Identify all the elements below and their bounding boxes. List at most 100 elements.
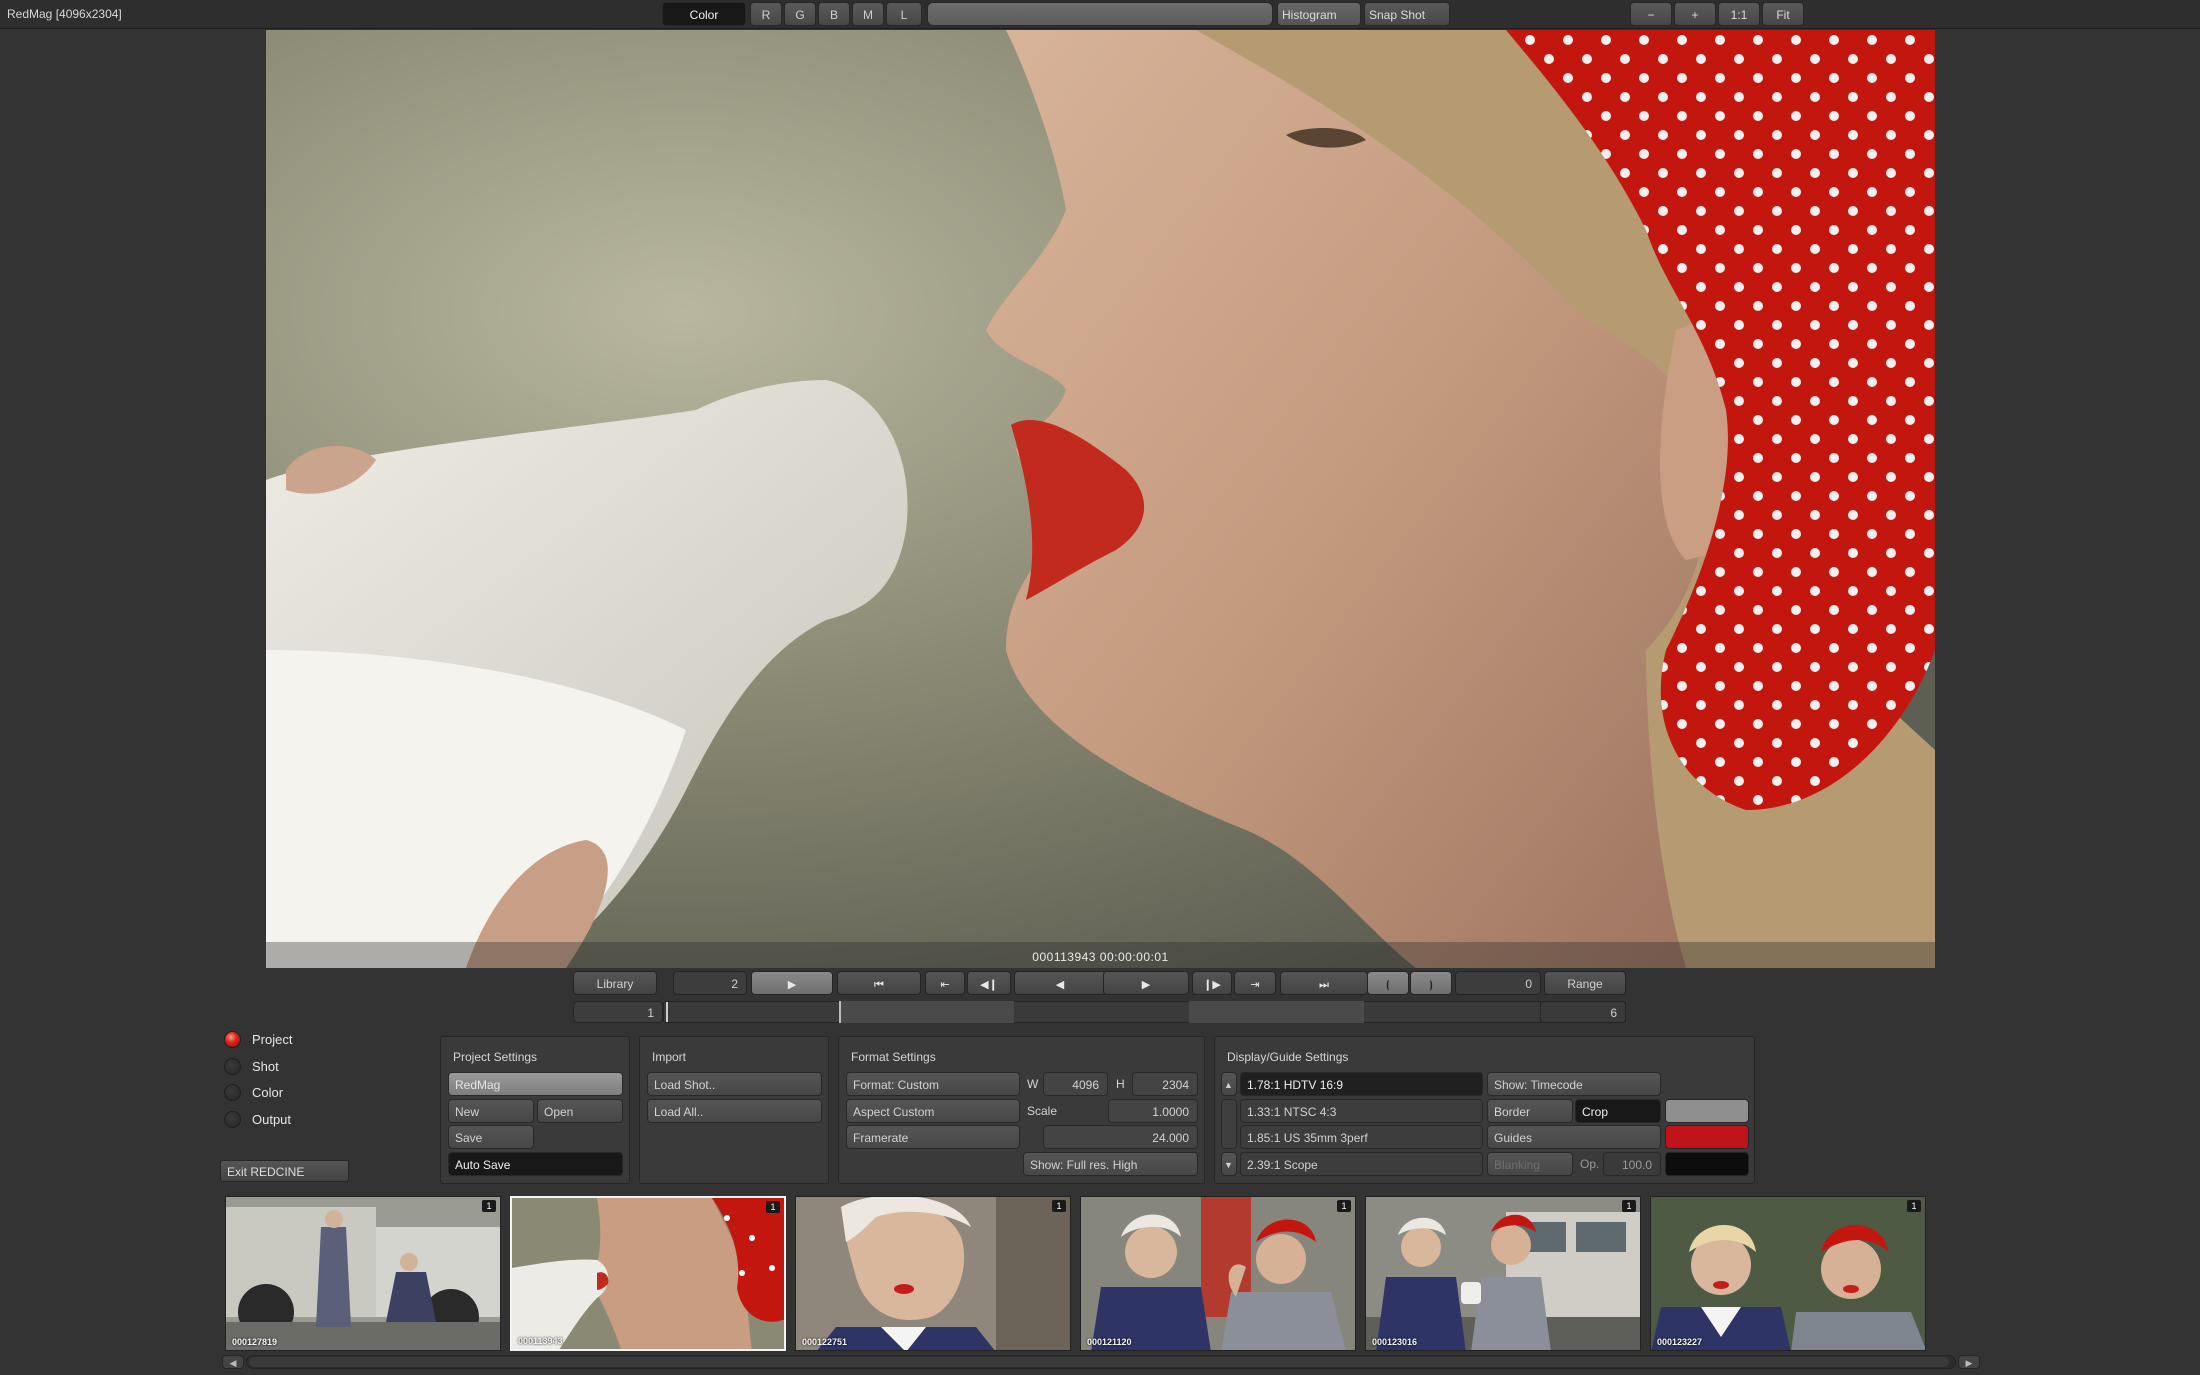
exposure-slider[interactable] — [927, 2, 1273, 26]
timeline-start-field[interactable]: 1 — [573, 1001, 663, 1023]
ratio-list-item[interactable]: 1.78:1 HDTV 16:9 — [1240, 1072, 1483, 1096]
play-button[interactable]: ▶ — [1103, 971, 1189, 995]
new-project-button[interactable]: New — [448, 1099, 534, 1123]
play-reverse-icon: ◀ — [1055, 979, 1065, 991]
save-project-button[interactable]: Save — [448, 1125, 534, 1149]
project-name-field[interactable]: RedMag — [448, 1072, 623, 1096]
format-dropdown[interactable]: Format: Custom — [846, 1072, 1020, 1096]
clip-id-label: 000123227 — [1657, 1337, 1703, 1347]
open-project-button[interactable]: Open — [537, 1099, 623, 1123]
mark-in-button[interactable]: ⇤ — [925, 971, 965, 995]
import-panel: Import Load Shot.. Load All.. — [639, 1036, 829, 1184]
clip-thumbnail[interactable]: 1 000121120 — [1080, 1196, 1356, 1351]
scroll-left-button[interactable]: ◀ — [222, 1355, 244, 1369]
clip-thumbnail-selected[interactable]: 1 000113943 — [510, 1196, 786, 1351]
border-button[interactable]: Border — [1487, 1099, 1573, 1123]
image-viewer[interactable]: 000113943 00:00:00:01 — [266, 30, 1935, 968]
show-resolution-dropdown[interactable]: Show: Full res. High — [1023, 1152, 1198, 1176]
ratio-list-item[interactable]: 1.85:1 US 35mm 3perf — [1240, 1125, 1483, 1149]
skip-start-icon: ⏮ — [874, 979, 884, 991]
load-all-button[interactable]: Load All.. — [647, 1099, 822, 1123]
timeline-track[interactable] — [663, 1001, 1626, 1023]
timeline-range — [839, 1001, 1014, 1023]
loop-in-button[interactable]: ⦗ — [1367, 971, 1409, 995]
thumbnail-image — [1366, 1197, 1640, 1350]
channel-g-button[interactable]: G — [784, 2, 816, 26]
guides-button[interactable]: Guides — [1487, 1125, 1661, 1149]
channel-l-button[interactable]: L — [886, 2, 922, 26]
border-color-swatch[interactable] — [1665, 1099, 1749, 1123]
framerate-dropdown[interactable]: Framerate — [846, 1125, 1020, 1149]
ratio-scroll-up-button[interactable]: ▲ — [1221, 1072, 1237, 1096]
nav-item-shot[interactable]: Shot — [224, 1055, 279, 1077]
go-to-start-button[interactable]: ⏮ — [837, 971, 921, 995]
load-shot-button[interactable]: Load Shot.. — [647, 1072, 822, 1096]
blanking-button[interactable]: Blanking — [1487, 1152, 1573, 1176]
play-reverse-button[interactable]: ◀ — [1014, 971, 1106, 995]
clip-thumbnail[interactable]: 1 000122751 — [795, 1196, 1071, 1351]
top-toolbar: RedMag [4096x2304] Color R G B M L Histo… — [0, 0, 2200, 29]
scroll-right-button[interactable]: ▶ — [1958, 1355, 1980, 1369]
snapshot-button[interactable]: Snap Shot — [1364, 2, 1450, 26]
triangle-up-icon: ▲ — [1224, 1080, 1233, 1090]
library-button[interactable]: Library — [573, 971, 657, 995]
radio-icon — [224, 1083, 241, 1101]
auto-save-toggle[interactable]: Auto Save — [448, 1152, 623, 1176]
next-frame-button[interactable]: ❙▶ — [1192, 971, 1232, 995]
nav-item-color[interactable]: Color — [224, 1081, 283, 1103]
scale-field[interactable]: 1.0000 — [1108, 1099, 1198, 1123]
crop-button[interactable]: Crop — [1575, 1099, 1661, 1123]
blanking-color-swatch[interactable] — [1665, 1152, 1749, 1176]
histogram-button[interactable]: Histogram — [1277, 2, 1361, 26]
prev-frame-button[interactable]: ◀❙ — [967, 971, 1011, 995]
opacity-field[interactable]: 100.0 — [1603, 1152, 1661, 1176]
zoom-1-1-button[interactable]: 1:1 — [1718, 2, 1760, 26]
display-guide-panel: Display/Guide Settings ▲ ▼ 1.78:1 HDTV 1… — [1214, 1036, 1755, 1184]
channel-r-button[interactable]: R — [750, 2, 782, 26]
width-label: W — [1027, 1077, 1039, 1091]
ratio-list-item[interactable]: 2.39:1 Scope — [1240, 1152, 1483, 1176]
frame-image — [266, 30, 1935, 968]
radio-icon — [224, 1057, 241, 1075]
clip-thumbnail[interactable]: 1 000127819 — [225, 1196, 501, 1351]
loop-out-button[interactable]: ⦘ — [1410, 971, 1452, 995]
nav-item-project[interactable]: Project — [224, 1028, 292, 1050]
nav-item-output[interactable]: Output — [224, 1108, 291, 1130]
framerate-field[interactable]: 24.000 — [1043, 1125, 1198, 1149]
bracket-right-icon: ⦘ — [1429, 979, 1433, 991]
ratio-scroll-down-button[interactable]: ▼ — [1221, 1152, 1237, 1176]
go-to-end-button[interactable]: ⏭ — [1280, 971, 1368, 995]
zoom-in-button[interactable]: + — [1674, 2, 1716, 26]
play-forward-button[interactable]: ▶ — [751, 971, 833, 995]
range-button[interactable]: Range — [1544, 971, 1626, 995]
timeline-end-field[interactable]: 6 — [1540, 1001, 1626, 1023]
format-settings-panel: Format Settings Format: Custom Aspect Cu… — [838, 1036, 1205, 1184]
mark-out-button[interactable]: ⇥ — [1234, 971, 1276, 995]
guides-color-swatch[interactable] — [1665, 1125, 1749, 1149]
ratio-list-item[interactable]: 1.33:1 NTSC 4:3 — [1240, 1099, 1483, 1123]
panel-title: Display/Guide Settings — [1227, 1050, 1349, 1064]
clip-thumbnail[interactable]: 1 000123227 — [1650, 1196, 1926, 1351]
thumbnail-scrollbar[interactable] — [246, 1355, 1956, 1369]
clip-id-label: 000121120 — [1087, 1337, 1132, 1347]
clip-thumbnail[interactable]: 1 000123016 — [1365, 1196, 1641, 1351]
skip-end-icon: ⏭ — [1319, 979, 1329, 991]
frame-in-field[interactable]: 0 — [1455, 971, 1541, 995]
clip-number-field[interactable]: 2 — [673, 971, 747, 995]
width-field[interactable]: 4096 — [1043, 1072, 1108, 1096]
ratio-scroll-track[interactable] — [1221, 1099, 1237, 1149]
scrollbar-thumb[interactable] — [249, 1357, 1949, 1367]
show-timecode-dropdown[interactable]: Show: Timecode — [1487, 1072, 1661, 1096]
exit-button[interactable]: Exit REDCINE — [220, 1160, 349, 1182]
fit-button[interactable]: Fit — [1762, 2, 1804, 26]
aspect-dropdown[interactable]: Aspect Custom — [846, 1099, 1020, 1123]
arrow-left-icon: ◀ — [229, 1358, 237, 1368]
bracket-left-icon: ⦗ — [1386, 979, 1390, 991]
color-mode-button[interactable]: Color — [662, 2, 746, 26]
channel-m-button[interactable]: M — [852, 2, 884, 26]
playhead[interactable] — [666, 1002, 668, 1022]
channel-b-button[interactable]: B — [818, 2, 850, 26]
zoom-out-button[interactable]: − — [1630, 2, 1672, 26]
height-field[interactable]: 2304 — [1132, 1072, 1198, 1096]
panel-title: Import — [652, 1050, 687, 1064]
